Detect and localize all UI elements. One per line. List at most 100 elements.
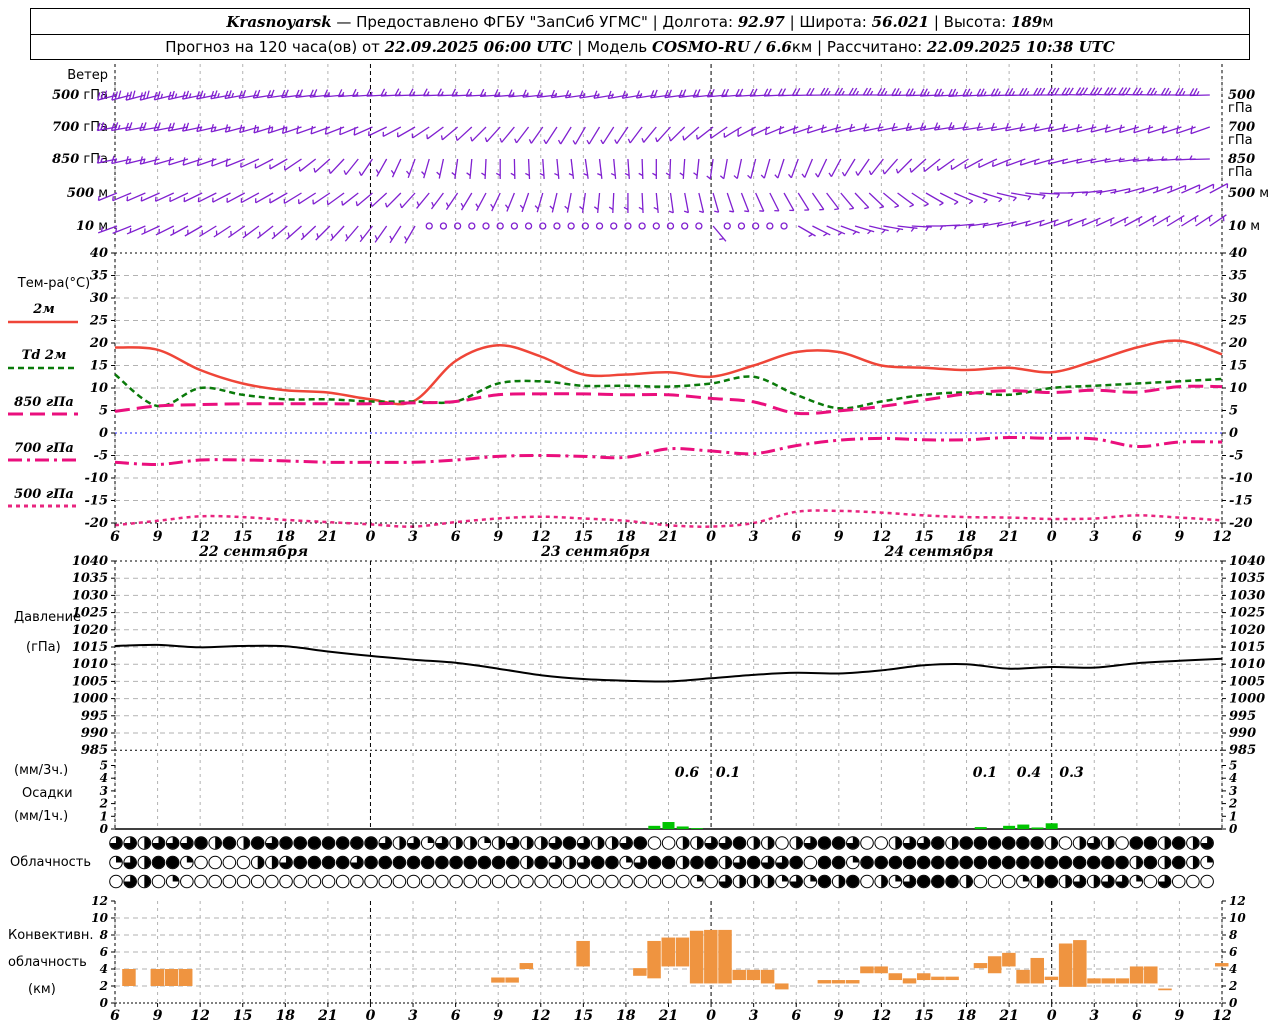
wind-barb — [257, 225, 274, 239]
cloud-symbol — [661, 836, 676, 850]
svg-text:30: 30 — [90, 291, 108, 306]
svg-text:-20: -20 — [85, 516, 109, 531]
wind-barb — [141, 225, 160, 236]
wind-barb — [298, 158, 317, 172]
wind-barb — [242, 225, 260, 239]
wind-barb — [766, 222, 774, 230]
precip-panel: 5 54 43 32 21 10 00.6 0.1 0.1 0.4 0.3 — [99, 753, 1238, 836]
cloud-symbol — [520, 874, 534, 889]
wind-barb — [430, 192, 444, 210]
cloud-symbol — [590, 836, 605, 850]
cloud-symbol — [335, 874, 350, 889]
wind-barb — [197, 192, 217, 203]
cloud-symbol — [279, 874, 293, 889]
conv-cloud-bar — [178, 969, 193, 986]
wind-barb — [436, 158, 445, 179]
cloud-symbol — [194, 836, 208, 850]
cloud-symbol — [1058, 836, 1073, 850]
wind-barb — [895, 158, 913, 174]
cloud-symbol — [1044, 836, 1059, 850]
cloud-symbol — [151, 874, 166, 889]
conv-cloud-bar — [931, 976, 945, 981]
wind-barb — [641, 126, 657, 143]
cloud-symbol — [420, 855, 435, 870]
cloud-symbol — [605, 874, 619, 889]
svg-text:15: 15 — [233, 1008, 252, 1024]
conv-cloud-bar — [846, 980, 860, 984]
cloud-symbol — [520, 836, 534, 850]
wind-barb — [440, 126, 459, 141]
cloud-symbol — [619, 874, 633, 889]
wind-barb — [466, 158, 473, 179]
svg-text:18: 18 — [957, 1008, 977, 1024]
wind-barb — [828, 158, 842, 178]
cloud-symbol — [1186, 855, 1200, 870]
cloud-symbol — [1016, 855, 1030, 870]
cloud-symbol — [718, 836, 733, 850]
conv-cloud-bar — [1158, 988, 1172, 991]
cloud-symbol — [1101, 874, 1115, 889]
cloud-symbol — [1072, 836, 1087, 850]
cloud-symbol — [236, 836, 251, 850]
svg-text:21: 21 — [998, 1008, 1018, 1024]
svg-text:35: 35 — [90, 269, 108, 284]
wind-barb — [747, 158, 757, 179]
svg-text:985: 985 — [1229, 743, 1256, 758]
cloud-symbol — [916, 855, 931, 870]
svg-text:2: 2 — [99, 979, 108, 993]
cloud-symbol — [123, 874, 137, 889]
svg-text:0: 0 — [706, 1008, 716, 1024]
svg-text:-15: -15 — [85, 494, 109, 509]
wind-barb — [719, 158, 728, 180]
cloud-symbol — [463, 874, 478, 889]
cloud-symbol — [746, 855, 761, 870]
conv-cloud-bar — [874, 966, 888, 974]
wind-barb — [504, 192, 515, 212]
wind-barb — [814, 158, 828, 178]
svg-text:24 сентября: 24 сентября — [884, 544, 994, 560]
wind-barb — [627, 126, 643, 144]
cloud-symbol — [987, 836, 1002, 850]
cloud-symbol — [888, 855, 903, 870]
svg-text:0.6: 0.6 — [675, 765, 700, 781]
cloud-symbol — [846, 874, 860, 889]
cloud-symbol — [846, 836, 860, 850]
svg-text:-10: -10 — [1229, 471, 1253, 486]
cloud-symbol — [1001, 836, 1016, 850]
cloud-symbol — [605, 836, 619, 850]
wind-barb — [524, 222, 533, 230]
cloud-symbol — [562, 836, 577, 850]
conv-cloud-bar — [519, 963, 534, 969]
svg-text:3: 3 — [1089, 529, 1099, 545]
cloud-symbol — [548, 836, 563, 850]
wind-barb — [557, 126, 572, 145]
wind-barb — [439, 222, 448, 230]
cloud-symbol — [775, 836, 789, 850]
cloud-symbol — [676, 836, 690, 850]
cloud-symbol — [548, 855, 563, 870]
cloud-symbol — [335, 836, 350, 850]
wind-barb — [868, 158, 884, 176]
svg-text:20: 20 — [89, 336, 108, 351]
svg-text:0.1: 0.1 — [973, 765, 997, 781]
svg-text:1025: 1025 — [1229, 606, 1265, 621]
cloud-symbol — [1101, 855, 1115, 870]
cloudiness-rows — [109, 836, 1214, 889]
cloud-symbol — [180, 855, 194, 870]
cloud-symbol — [463, 855, 478, 870]
svg-text:12: 12 — [531, 1008, 551, 1024]
wind-barb — [855, 158, 870, 176]
wind-barb — [695, 222, 703, 230]
cloud-symbol — [761, 836, 775, 850]
cloud-symbol — [165, 855, 180, 870]
wind-barb — [1181, 214, 1199, 227]
wind-barb — [534, 192, 544, 213]
svg-text:0.1: 0.1 — [716, 765, 740, 781]
conv-cloud-bar — [1073, 940, 1087, 987]
svg-text:12: 12 — [190, 529, 210, 545]
conv-cloud-bar — [888, 973, 903, 981]
cloud-symbol — [279, 836, 293, 850]
cloud-symbol — [676, 855, 690, 870]
cloud-symbol — [1157, 855, 1172, 870]
wind-barb — [653, 192, 659, 213]
